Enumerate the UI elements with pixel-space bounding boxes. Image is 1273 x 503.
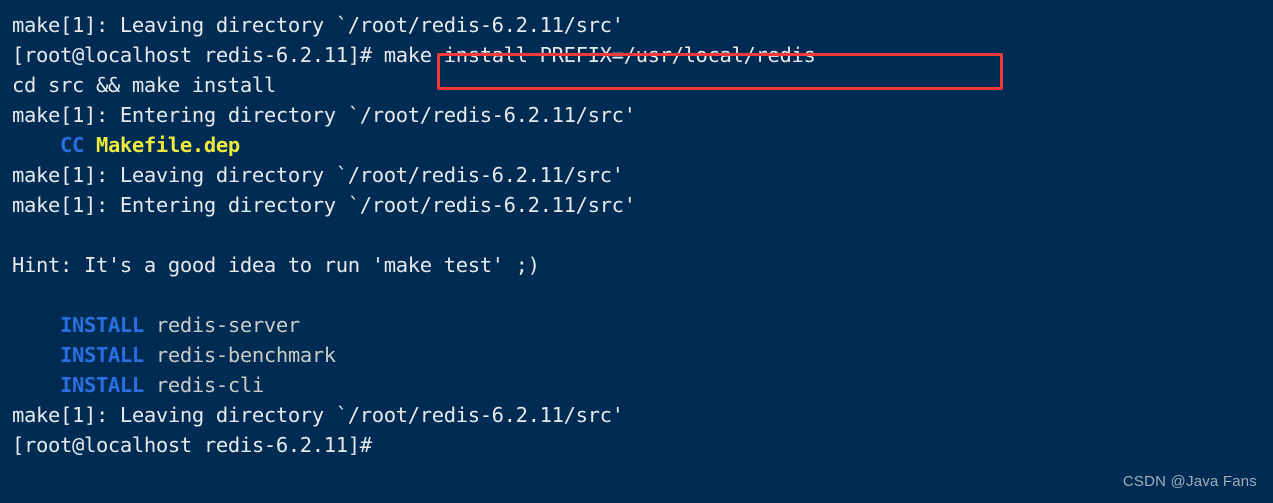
terminal-text-span: INSTALL: [59, 373, 144, 397]
terminal-text-span: redis-benchmark: [155, 343, 336, 367]
terminal-text-span: Hint: It's a good idea to run 'make test…: [12, 253, 540, 277]
terminal-text-span: [12, 133, 60, 157]
terminal-text-span: [root@localhost redis-6.2.11]#: [12, 43, 384, 67]
terminal-text-span: [84, 133, 96, 157]
terminal-text-span: [12, 343, 60, 367]
terminal-text-span: [144, 343, 156, 367]
terminal-line: [root@localhost redis-6.2.11]#: [12, 430, 815, 460]
terminal-text-span: [144, 373, 156, 397]
terminal-text-span: cd src && make install: [12, 73, 276, 97]
terminal-text-span: [root@localhost redis-6.2.11]#: [12, 433, 372, 457]
terminal-output: make[1]: Leaving directory `/root/redis-…: [12, 10, 816, 460]
terminal-line: Hint: It's a good idea to run 'make test…: [12, 250, 815, 280]
terminal-text-span: INSTALL: [59, 343, 144, 367]
terminal-text-span: make[1]: Entering directory `/root/redis…: [12, 193, 636, 217]
terminal-line: CC Makefile.dep: [12, 130, 815, 160]
terminal-line: [root@localhost redis-6.2.11]# make inst…: [12, 40, 816, 70]
terminal-text-span: redis-server: [155, 313, 300, 337]
terminal-text-span: INSTALL: [59, 313, 144, 337]
terminal-line: make[1]: Entering directory `/root/redis…: [12, 190, 815, 220]
terminal-line: make[1]: Entering directory `/root/redis…: [12, 100, 815, 130]
terminal-line: cd src && make install: [12, 70, 815, 100]
terminal-text-span: Makefile.dep: [95, 133, 240, 157]
terminal-line: INSTALL redis-cli: [12, 370, 815, 400]
terminal-text-span: redis-cli: [155, 373, 264, 397]
terminal-text-span: CC: [59, 133, 84, 157]
terminal-line: make[1]: Leaving directory `/root/redis-…: [12, 400, 815, 430]
terminal-text-span: make install PREFIX=/usr/local/redis: [383, 43, 816, 67]
terminal-line: INSTALL redis-server: [12, 310, 815, 340]
terminal-line: make[1]: Leaving directory `/root/redis-…: [12, 160, 815, 190]
terminal-text-span: [12, 373, 60, 397]
terminal-line: INSTALL redis-benchmark: [12, 340, 815, 370]
terminal-window[interactable]: make[1]: Leaving directory `/root/redis-…: [0, 0, 1273, 503]
terminal-text-span: [144, 313, 156, 337]
terminal-line: make[1]: Leaving directory `/root/redis-…: [12, 10, 815, 40]
watermark-label: CSDN @Java Fans: [1122, 473, 1257, 490]
terminal-text-span: [12, 313, 60, 337]
terminal-text-span: make[1]: Leaving directory `/root/redis-…: [12, 403, 624, 427]
terminal-text-span: make[1]: Leaving directory `/root/redis-…: [12, 163, 624, 187]
terminal-text-span: make[1]: Leaving directory `/root/redis-…: [12, 13, 624, 37]
terminal-text-span: make[1]: Entering directory `/root/redis…: [12, 103, 636, 127]
